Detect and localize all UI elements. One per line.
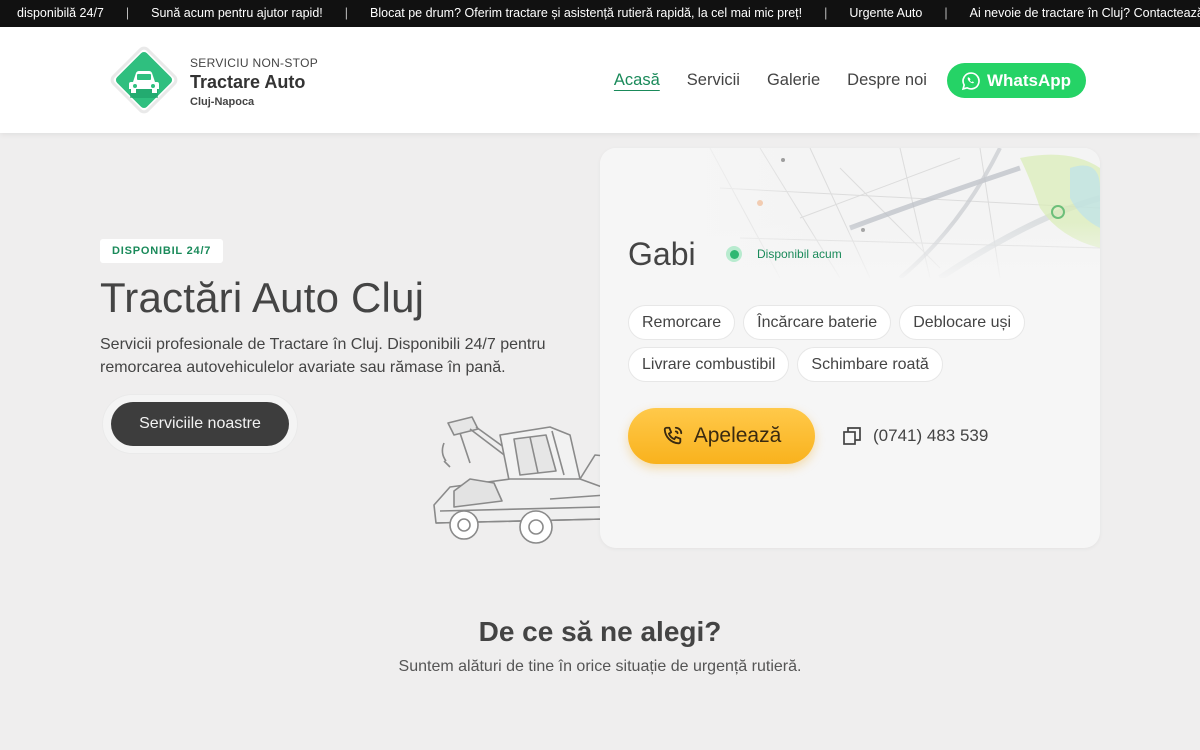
call-label: Apelează bbox=[693, 424, 782, 447]
ticker-item: Ai nevoie de tractare în Cluj? Contactea… bbox=[969, 6, 1200, 20]
tag-towing: Remorcare bbox=[628, 305, 736, 340]
tow-truck-illustration bbox=[433, 416, 615, 544]
driver-card: Gabi Disponibil acum Remorcare Încărcare… bbox=[600, 148, 1100, 548]
hero-description: Servicii profesionale de Tractare în Clu… bbox=[100, 336, 546, 376]
tag-fuel: Livrare combustibil bbox=[628, 347, 790, 382]
tag-wheel: Schimbare roată bbox=[797, 347, 943, 382]
whatsapp-icon bbox=[961, 71, 980, 90]
call-button[interactable]: Apelează bbox=[628, 408, 815, 464]
cta-wrapper: Serviciile noastre bbox=[103, 395, 297, 453]
why-subtitle: Suntem alături de tine în orice situație… bbox=[398, 658, 802, 675]
logo-link[interactable] bbox=[106, 42, 182, 118]
whatsapp-button[interactable]: WhatsApp bbox=[946, 63, 1086, 98]
main-nav: Acasă Servicii Galerie Despre noi WhatsA… bbox=[614, 63, 1086, 98]
tag-unlock: Deblocare uși bbox=[899, 305, 1026, 340]
ticker-item: disponibilă 24/7 bbox=[17, 6, 104, 20]
nav-services[interactable]: Servicii bbox=[687, 71, 740, 90]
service-tags: Remorcare Încărcare baterie Deblocare uș… bbox=[628, 305, 1078, 389]
tag-battery: Încărcare baterie bbox=[743, 305, 892, 340]
whatsapp-label: WhatsApp bbox=[986, 70, 1071, 90]
nav-about[interactable]: Despre noi bbox=[847, 71, 927, 90]
nav-home[interactable]: Acasă bbox=[614, 71, 660, 90]
services-button[interactable]: Serviciile noastre bbox=[111, 402, 289, 446]
hero-title: Tractări Auto Cluj bbox=[100, 274, 425, 321]
phone-call-icon bbox=[663, 426, 682, 445]
ticker-item: Sună acum pentru ajutor rapid! bbox=[151, 6, 323, 20]
why-title: De ce să ne alegi? bbox=[478, 616, 722, 647]
status-label: Disponibil acum bbox=[757, 247, 842, 261]
brand-kicker: SERVICIU NON-STOP bbox=[190, 56, 319, 70]
ticker-track: disponibilă 24/7 | Sună acum pentru ajut… bbox=[0, 6, 1200, 20]
nav-gallery[interactable]: Galerie bbox=[767, 71, 820, 90]
brand-city: Cluj-Napoca bbox=[190, 96, 255, 108]
driver-name: Gabi bbox=[628, 236, 696, 272]
status-dot-icon bbox=[726, 246, 742, 262]
ticker-item: Blocat pe drum? Oferim tractare și asist… bbox=[370, 6, 803, 20]
phone-copy[interactable]: (0741) 483 539 bbox=[842, 426, 988, 446]
brand-text[interactable]: SERVICIU NON-STOP Tractare Auto Cluj-Nap… bbox=[190, 56, 318, 108]
availability-badge: DISPONIBIL 24/7 bbox=[100, 239, 224, 263]
announcement-ticker: disponibilă 24/7 | Sună acum pentru ajut… bbox=[0, 0, 1200, 27]
car-icon bbox=[110, 46, 178, 114]
availability-status: Disponibil acum bbox=[726, 246, 842, 262]
phone-number: (0741) 483 539 bbox=[873, 426, 989, 445]
ticker-item: Urgente Auto bbox=[849, 6, 923, 20]
copy-icon bbox=[843, 427, 861, 445]
brand-title: Tractare Auto bbox=[190, 72, 306, 92]
site-header: SERVICIU NON-STOP Tractare Auto Cluj-Nap… bbox=[0, 27, 1200, 133]
